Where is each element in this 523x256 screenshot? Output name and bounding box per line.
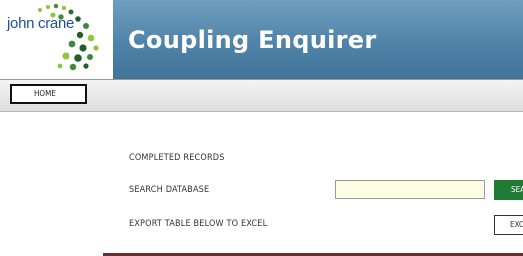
logo-dots-icon bbox=[38, 3, 99, 71]
completed-records-link[interactable]: COMPLETED RECORDS bbox=[129, 153, 225, 163]
search-button[interactable]: SEA bbox=[494, 180, 523, 200]
export-table-label: EXPORT TABLE BELOW TO EXCEL bbox=[129, 219, 268, 229]
john-crane-logo[interactable]: john crane bbox=[0, 0, 113, 79]
app-title: Coupling Enquirer bbox=[128, 26, 377, 54]
app-header: john crane Coupling Enquirer bbox=[0, 0, 523, 79]
home-button[interactable]: HOME bbox=[10, 84, 87, 104]
search-input[interactable] bbox=[335, 180, 485, 199]
nav-bar: HOME bbox=[0, 79, 523, 112]
logo-text: john crane bbox=[7, 15, 75, 32]
search-database-label: SEARCH DATABASE bbox=[129, 185, 210, 195]
export-excel-button[interactable]: EXC bbox=[494, 215, 523, 235]
